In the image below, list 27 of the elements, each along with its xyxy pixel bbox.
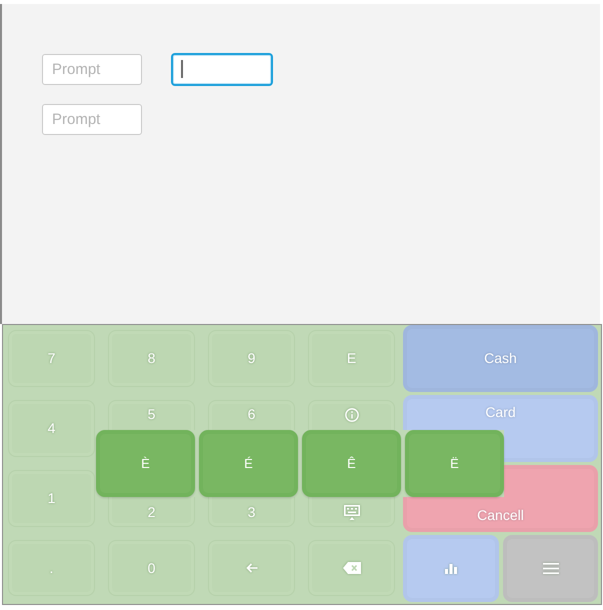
input-field[interactable]: Prompt: [42, 54, 142, 85]
keyboard-key[interactable]: 4: [8, 400, 95, 457]
keyboard-key[interactable]: 1: [8, 470, 95, 527]
left-arrow-icon: [246, 563, 258, 573]
menu-icon: [542, 563, 558, 574]
backspace-icon: [342, 562, 360, 574]
accent-key[interactable]: É: [199, 430, 298, 497]
keyboard-key[interactable]: E: [308, 330, 395, 387]
accent-key[interactable]: È: [96, 430, 195, 497]
keyboard-key[interactable]: [308, 540, 395, 596]
bar-chart-icon: [445, 564, 457, 574]
input-field[interactable]: Prompt: [42, 104, 142, 135]
input-field[interactable]: [172, 54, 272, 85]
keyboard-key[interactable]: .: [8, 540, 95, 596]
info-icon: [344, 408, 358, 422]
keyboard-key[interactable]: 9: [208, 330, 295, 387]
keyboard-icon: [344, 505, 360, 520]
keyboard-key[interactable]: [208, 540, 295, 596]
accent-key[interactable]: Ê: [302, 430, 401, 497]
keyboard-key[interactable]: 8: [108, 330, 195, 387]
menu-button[interactable]: [503, 535, 598, 602]
keyboard-key[interactable]: 0: [108, 540, 195, 596]
accent-key[interactable]: Ë: [405, 430, 504, 497]
keyboard-key[interactable]: 7: [8, 330, 95, 387]
action-button[interactable]: Cash: [403, 325, 598, 392]
text-cursor-icon: [181, 60, 183, 78]
chart-button[interactable]: [403, 535, 499, 602]
